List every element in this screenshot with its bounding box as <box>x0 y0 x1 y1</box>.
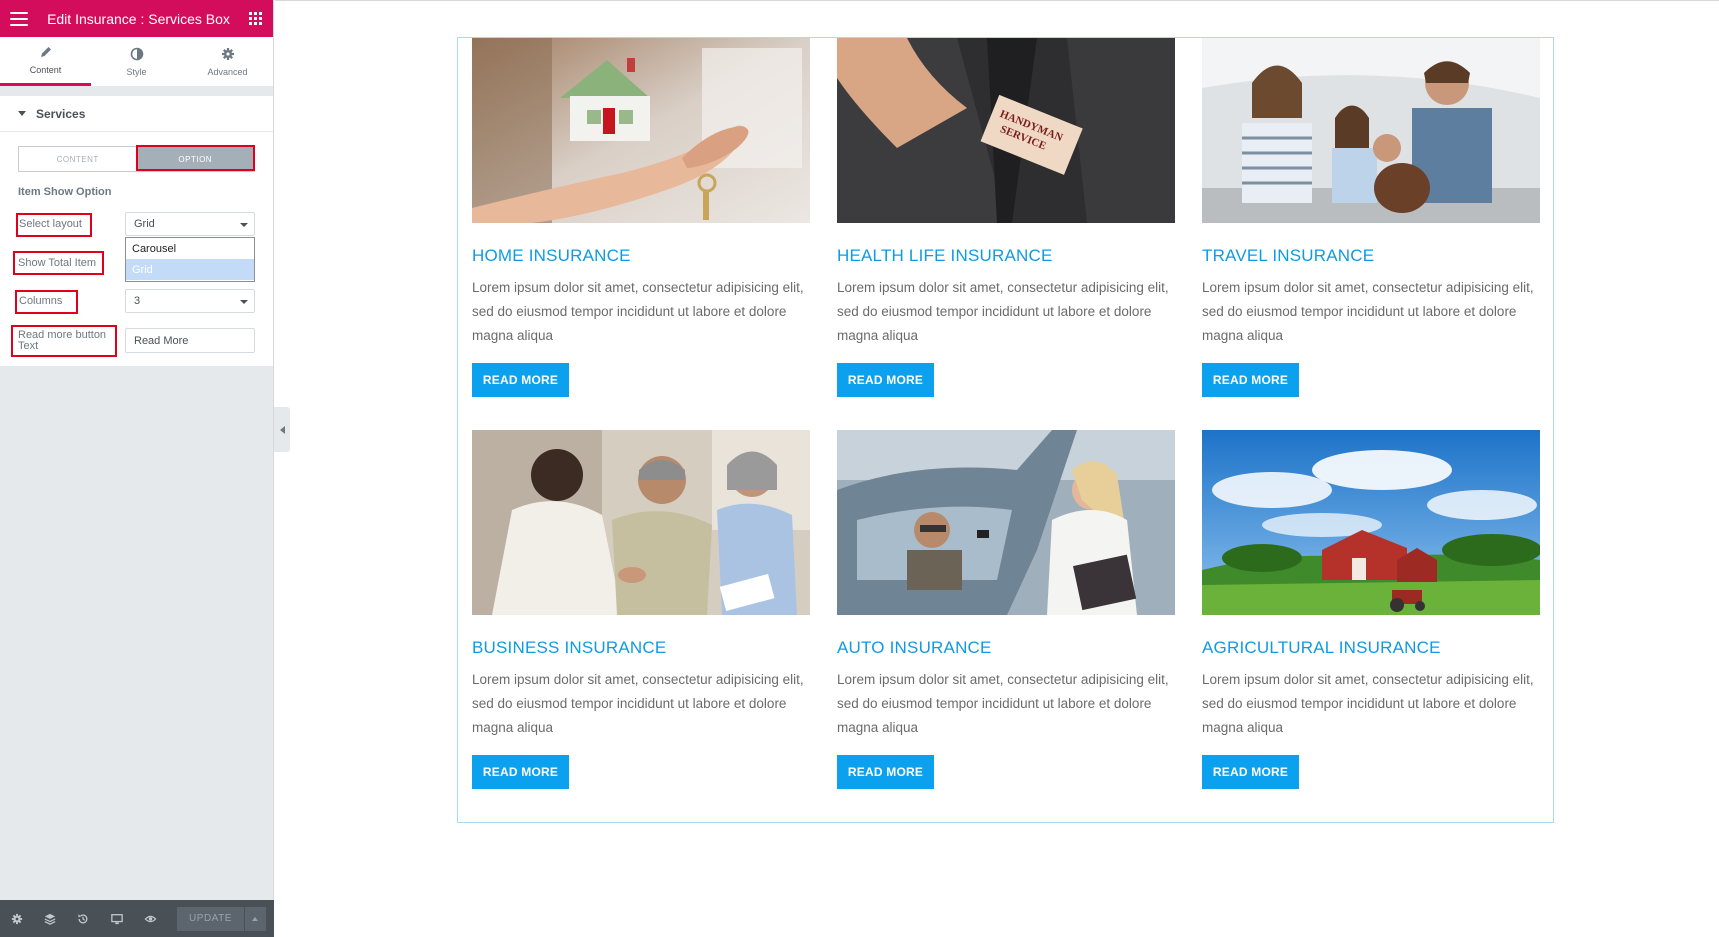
panel-header: Edit Insurance : Services Box <box>0 0 273 37</box>
responsive-desktop-icon[interactable] <box>110 912 123 926</box>
services-section-header[interactable]: Services <box>0 96 273 132</box>
read-more-button[interactable]: READ MORE <box>1202 363 1299 397</box>
tab-style[interactable]: Style <box>91 37 182 86</box>
select-layout-value: Grid <box>134 218 155 230</box>
chevron-down-icon <box>240 300 248 304</box>
gear-icon <box>221 47 234 60</box>
top-divider <box>275 0 1719 1</box>
history-icon[interactable] <box>77 912 90 926</box>
apps-grid-icon[interactable] <box>249 11 263 26</box>
layers-icon[interactable] <box>43 912 56 926</box>
layout-option-grid[interactable]: Grid <box>126 259 254 280</box>
read-more-text-label: Read more button Text <box>18 329 107 352</box>
service-text: Lorem ipsum dolor sit amet, consectetur … <box>472 672 804 735</box>
columns-value: 3 <box>134 295 141 307</box>
read-more-button[interactable]: READ MORE <box>472 363 569 397</box>
toggle-option[interactable]: OPTION <box>136 147 254 171</box>
section-title: Services <box>36 106 86 121</box>
read-more-button[interactable]: READ MORE <box>472 755 569 789</box>
service-card-auto: AUTO INSURANCE Lorem ipsum dolor sit ame… <box>837 430 1175 789</box>
car-keys-handover-photo <box>837 430 1175 615</box>
service-title: TRAVEL INSURANCE <box>1202 246 1375 265</box>
service-title: AGRICULTURAL INSURANCE <box>1202 638 1441 657</box>
read-more-text-input[interactable] <box>125 328 255 353</box>
editor-panel: Edit Insurance : Services Box Content St… <box>0 0 274 937</box>
farm-barn-tractor-photo <box>1202 430 1540 615</box>
collapse-panel-handle[interactable] <box>274 407 290 452</box>
tab-style-label: Style <box>126 66 147 77</box>
item-show-option-heading: Item Show Option <box>18 186 112 198</box>
service-text: Lorem ipsum dolor sit amet, consectetur … <box>1202 280 1534 343</box>
layout-option-carousel[interactable]: Carousel <box>126 238 254 259</box>
service-title: HOME INSURANCE <box>472 246 631 265</box>
family-in-car-photo <box>1202 38 1540 223</box>
half-circle-icon <box>130 47 143 60</box>
service-card-health-life: HANDYMANSERVICE HEALTH LIFE INSURANCE Lo… <box>837 38 1175 397</box>
columns-label: Columns <box>19 295 63 307</box>
service-card-agricultural: AGRICULTURAL INSURANCE Lorem ipsum dolor… <box>1202 430 1540 789</box>
pencil-icon <box>40 47 51 57</box>
columns-dropdown[interactable]: 3 <box>125 289 255 313</box>
preview-eye-icon[interactable] <box>144 912 157 926</box>
layout-options-list: Carousel Grid <box>125 237 255 282</box>
service-title: HEALTH LIFE INSURANCE <box>837 246 1053 265</box>
tab-content[interactable]: Content <box>0 37 91 86</box>
tab-advanced[interactable]: Advanced <box>182 37 273 86</box>
show-total-item-label: Show Total Item <box>18 257 97 269</box>
tab-content-label: Content <box>29 65 62 75</box>
caret-up-icon <box>252 916 259 921</box>
handyman-service-card-photo: HANDYMANSERVICE <box>837 38 1175 223</box>
caret-down-icon <box>18 111 26 116</box>
service-text: Lorem ipsum dolor sit amet, consectetur … <box>472 280 804 343</box>
house-in-hand-photo <box>472 38 810 223</box>
services-box-widget[interactable]: HOME INSURANCE Lorem ipsum dolor sit ame… <box>457 37 1554 823</box>
panel-tabs: Content Style Advanced <box>0 37 273 87</box>
service-card-travel: TRAVEL INSURANCE Lorem ipsum dolor sit a… <box>1202 38 1540 397</box>
service-title: AUTO INSURANCE <box>837 638 992 657</box>
select-layout-label: Select layout <box>19 218 82 230</box>
handshake-meeting-photo <box>472 430 810 615</box>
service-title: BUSINESS INSURANCE <box>472 638 667 657</box>
read-more-button[interactable]: READ MORE <box>837 755 934 789</box>
chevron-down-icon <box>240 223 248 227</box>
content-option-toggle: CONTENT OPTION <box>18 146 255 172</box>
panel-footer: UPDATE <box>0 900 274 937</box>
read-more-button[interactable]: READ MORE <box>1202 755 1299 789</box>
service-text: Lorem ipsum dolor sit amet, consectetur … <box>1202 672 1534 735</box>
chevron-left-icon <box>279 425 285 434</box>
service-card-business: BUSINESS INSURANCE Lorem ipsum dolor sit… <box>472 430 810 789</box>
hamburger-menu-icon[interactable] <box>10 11 28 26</box>
update-button[interactable]: UPDATE <box>176 906 244 931</box>
settings-gear-icon[interactable] <box>10 912 23 926</box>
service-card-home: HOME INSURANCE Lorem ipsum dolor sit ame… <box>472 38 810 397</box>
tab-advanced-label: Advanced <box>207 66 248 77</box>
read-more-button[interactable]: READ MORE <box>837 363 934 397</box>
select-layout-dropdown[interactable]: Grid <box>125 212 255 236</box>
service-text: Lorem ipsum dolor sit amet, consectetur … <box>837 672 1169 735</box>
panel-title: Edit Insurance : Services Box <box>47 10 230 27</box>
update-options-button[interactable] <box>244 906 266 931</box>
toggle-content[interactable]: CONTENT <box>19 147 137 171</box>
service-text: Lorem ipsum dolor sit amet, consectetur … <box>837 280 1169 343</box>
